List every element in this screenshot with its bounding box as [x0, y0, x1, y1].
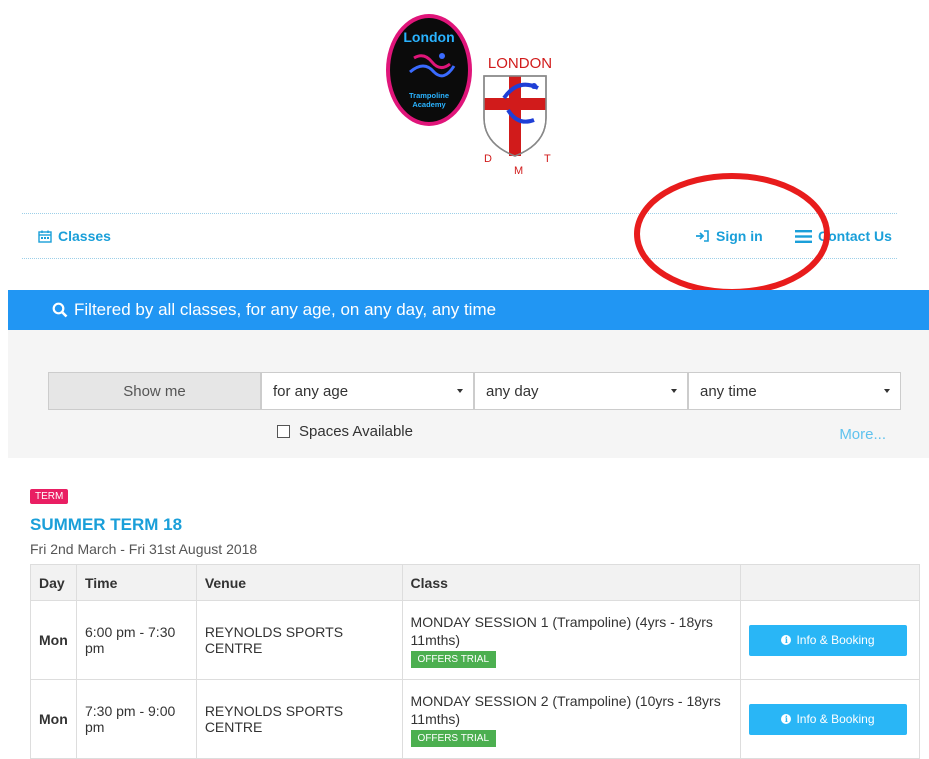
info-booking-label: Info & Booking	[796, 633, 875, 647]
cell-time: 7:30 pm - 9:00 pm	[75, 679, 197, 759]
nav-sign-in-label: Sign in	[716, 228, 763, 244]
spaces-available-checkbox[interactable]: Spaces Available	[277, 423, 413, 440]
class-name: MONDAY SESSION 1 (Trampoline) (4yrs - 18…	[410, 613, 713, 648]
nav-sign-in-link[interactable]: Sign in	[695, 228, 763, 244]
day-select[interactable]: any day	[474, 372, 688, 410]
table-row: Mon 6:00 pm - 7:30 pm REYNOLDS SPORTS CE…	[30, 600, 921, 680]
nav-classes-link[interactable]: Classes	[38, 228, 111, 244]
nav-classes-label: Classes	[58, 228, 111, 244]
nav-contact-us-label: Contact Us	[818, 228, 892, 244]
top-navigation: Classes Sign in Contact Us	[22, 213, 897, 259]
sign-in-icon	[696, 230, 709, 242]
info-booking-label: Info & Booking	[796, 712, 875, 726]
logo-left-line1: London	[403, 29, 454, 45]
info-booking-button[interactable]: i Info & Booking	[748, 624, 907, 656]
time-select-value: any time	[700, 382, 757, 400]
logo-right-letter-t: T	[544, 153, 551, 165]
cell-class: MONDAY SESSION 1 (Trampoline) (4yrs - 18…	[401, 600, 741, 680]
term-dates: Fri 2nd March - Fri 31st August 2018	[30, 541, 258, 557]
nav-contact-us-link[interactable]: Contact Us	[795, 228, 892, 244]
time-select[interactable]: any time	[688, 372, 901, 410]
cell-venue: REYNOLDS SPORTS CENTRE	[195, 679, 403, 759]
info-icon: i	[781, 635, 792, 645]
offers-trial-badge: OFFERS TRIAL	[410, 650, 497, 668]
calendar-icon	[38, 230, 52, 243]
info-booking-button[interactable]: i Info & Booking	[748, 703, 907, 735]
cell-class: MONDAY SESSION 2 (Trampoline) (10yrs - 1…	[401, 679, 741, 759]
cell-action: i Info & Booking	[739, 679, 921, 759]
logo-left-line3: Academy	[412, 100, 446, 109]
filter-panel: Show me for any age any day any time Spa…	[8, 330, 929, 458]
term-badge: TERM	[30, 489, 69, 504]
show-me-label: Show me	[48, 372, 261, 410]
menu-icon	[795, 229, 812, 243]
header-venue: Venue	[195, 564, 403, 601]
filter-summary-banner[interactable]: Filtered by all classes, for any age, on…	[8, 290, 929, 330]
classes-table: Day Time Venue Class Mon 6:00 pm - 7:30 …	[30, 564, 921, 759]
caret-down-icon	[884, 389, 890, 393]
cell-time: 6:00 pm - 7:30 pm	[75, 600, 197, 680]
caret-down-icon	[671, 389, 677, 393]
age-select-value: for any age	[273, 382, 349, 400]
day-select-value: any day	[486, 382, 539, 400]
search-icon	[52, 302, 68, 318]
spaces-available-label: Spaces Available	[299, 423, 413, 440]
checkbox-box[interactable]	[277, 425, 290, 438]
table-header-row: Day Time Venue Class	[30, 564, 921, 601]
offers-trial-badge: OFFERS TRIAL	[410, 729, 497, 747]
logo-right-letter-m: M	[514, 165, 523, 177]
age-select[interactable]: for any age	[261, 372, 474, 410]
cell-day: Mon	[30, 679, 77, 759]
class-name: MONDAY SESSION 2 (Trampoline) (10yrs - 1…	[410, 692, 721, 727]
info-icon: i	[781, 714, 792, 724]
cell-day: Mon	[30, 600, 77, 680]
term-title: SUMMER TERM 18	[30, 515, 183, 534]
logo-right-title: LONDON	[488, 55, 552, 72]
cell-action: i Info & Booking	[739, 600, 921, 680]
header-time: Time	[75, 564, 197, 601]
london-trampoline-academy-logo: London Trampoline Academy	[386, 14, 472, 126]
filter-summary-text: Filtered by all classes, for any age, on…	[74, 300, 497, 319]
cell-venue: REYNOLDS SPORTS CENTRE	[195, 600, 403, 680]
table-row: Mon 7:30 pm - 9:00 pm REYNOLDS SPORTS CE…	[30, 679, 921, 759]
header-action	[739, 564, 921, 601]
caret-down-icon	[457, 389, 463, 393]
header-day: Day	[30, 564, 77, 601]
header-class: Class	[401, 564, 741, 601]
more-filters-link[interactable]: More...	[839, 426, 886, 443]
london-dmt-logo: LONDON D M T	[483, 55, 552, 177]
logo-right-letter-d: D	[484, 153, 492, 165]
logo-left-line2: Trampoline	[409, 91, 449, 100]
